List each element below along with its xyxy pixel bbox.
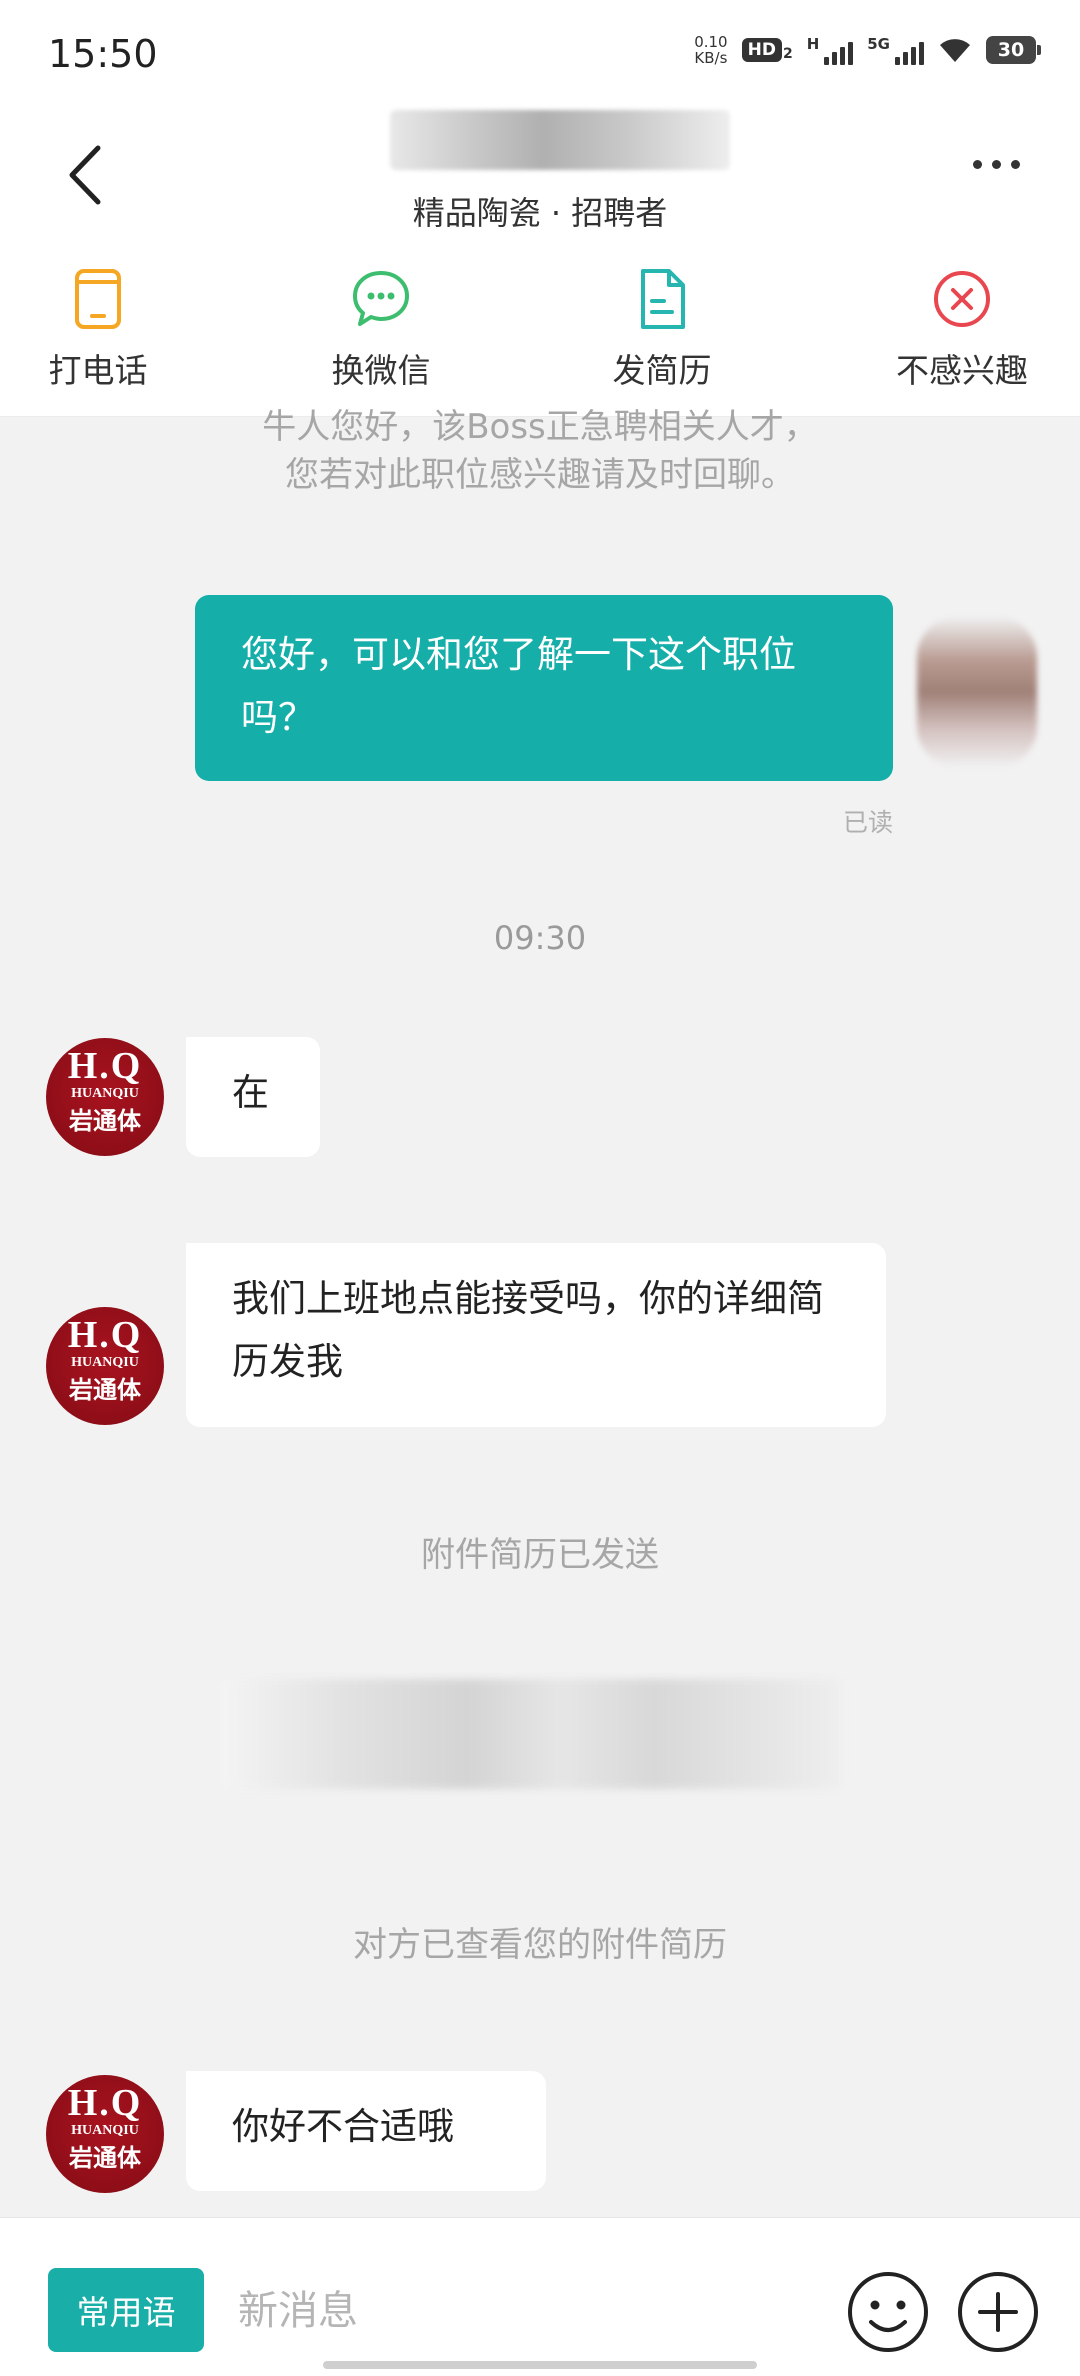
call-button[interactable]: 打电话 [0,268,198,392]
read-status: 已读 [843,808,894,837]
network-speed-value: 0.10 [694,33,728,51]
message-list[interactable]: 牛人您好，该Boss正急聘相关人才， 您若对此职位感兴趣请及时回聊。 您好，可以… [0,407,1080,2217]
battery-icon: 30 [986,36,1041,64]
signal-5g-label: 5G [867,35,890,53]
chat-screen: 15:50 0.10 KB/s HD 2 H 5G 30 精品陶瓷 · 招聘者 … [0,0,1080,2376]
more-actions-button[interactable] [956,2270,1040,2358]
wechat-icon [353,271,409,326]
my-message-bubble[interactable]: 您好，可以和您了解一下这个职位吗？ [195,595,893,781]
status-time: 15:50 [48,32,158,76]
not-interested-label: 不感兴趣 [896,351,1028,390]
hd-badge: HD [741,38,782,62]
recruiter-message-bubble[interactable]: 你好不合适哦 [186,2071,546,2191]
contact-name-redacted [390,110,730,170]
status-indicators: 0.10 KB/s HD 2 H 5G 30 [694,34,1041,66]
battery-level: 30 [997,39,1025,61]
not-interested-button[interactable]: 不感兴趣 [862,268,1062,392]
more-dot [973,160,982,169]
network-speed-unit: KB/s [694,49,728,67]
message-input[interactable] [236,2268,820,2354]
more-dot [1011,160,1020,169]
resume-viewed-notice: 对方已查看您的附件简历 [353,1925,727,1965]
exchange-wechat-label: 换微信 [331,351,431,390]
redacted-notice [220,1679,840,1789]
recruiter-message-bubble[interactable]: 我们上班地点能接受吗，你的详细简历发我 [186,1243,886,1427]
my-avatar[interactable] [917,617,1037,767]
chat-header: 精品陶瓷 · 招聘者 [0,110,1080,240]
common-phrases-button[interactable]: 常用语 [48,2268,204,2352]
exchange-wechat-button[interactable]: 换微信 [281,268,481,392]
smiley-icon [848,2272,928,2352]
recruiter-avatar[interactable]: H.Q HUANQIU 岩通体 [46,1038,164,1156]
system-tip-line-1: 牛人您好，该Boss正急聘相关人才， [262,407,818,447]
network-speed: 0.10 KB/s [694,34,727,66]
recruiter-avatar[interactable]: H.Q HUANQIU 岩通体 [46,2075,164,2193]
signal-label: H [806,35,820,53]
wifi-icon [940,39,970,62]
not-interested-icon [934,271,990,327]
hd-icon: HD 2 [741,38,793,62]
send-resume-button[interactable]: 发简历 [562,268,762,392]
signal-icon: H [807,35,854,65]
contact-subtitle: 精品陶瓷 · 招聘者 [412,194,668,232]
resume-sent-notice: 附件简历已发送 [421,1535,659,1575]
send-resume-label: 发简历 [612,351,712,390]
recruiter-avatar[interactable]: H.Q HUANQIU 岩通体 [46,1307,164,1425]
home-indicator[interactable] [323,2361,757,2369]
system-tip-line-2: 您若对此职位感兴趣请及时回聊。 [285,455,795,495]
emoji-button[interactable] [846,2270,930,2358]
input-bar: 常用语 [0,2217,1080,2376]
plus-icon [958,2272,1038,2352]
time-separator: 09:30 [493,919,587,957]
resume-icon [641,269,685,329]
hd-badge-sub: 2 [782,46,793,62]
recruiter-message-bubble[interactable]: 在 [186,1037,320,1157]
call-label: 打电话 [48,351,148,390]
phone-icon [75,269,121,329]
more-options-button[interactable] [973,160,1020,169]
signal-5g-icon: 5G [867,35,924,65]
status-bar: 15:50 0.10 KB/s HD 2 H 5G 30 [0,0,1080,110]
more-dot [992,160,1001,169]
action-bar: 打电话 换微信 发简历 不感兴趣 [0,240,1080,417]
